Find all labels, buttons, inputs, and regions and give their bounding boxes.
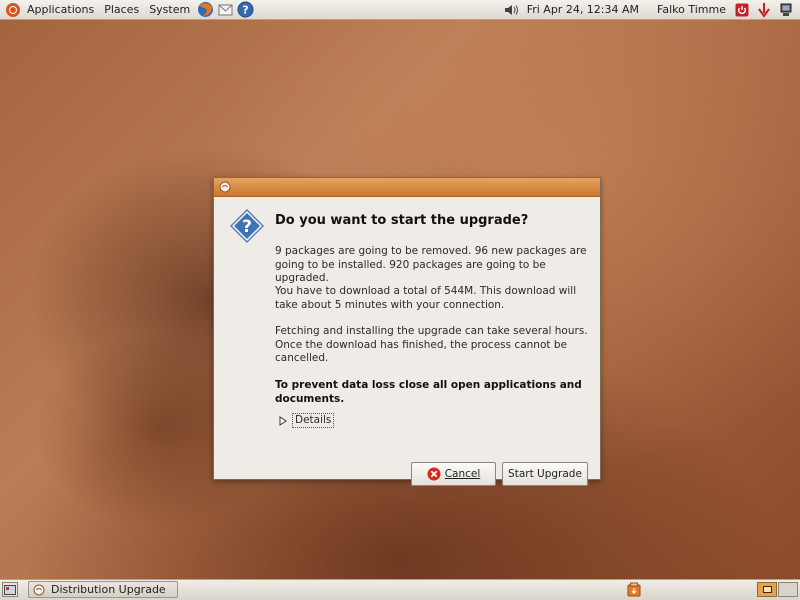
download-summary: You have to download a total of 544M. Th…	[275, 285, 577, 311]
menu-system[interactable]: System	[144, 0, 195, 19]
taskbar-item-distribution-upgrade[interactable]: Distribution Upgrade	[28, 581, 178, 598]
show-desktop-button[interactable]	[2, 582, 18, 597]
workspace-1[interactable]	[757, 582, 777, 597]
svg-text:?: ?	[242, 217, 252, 237]
cancel-icon	[427, 467, 441, 481]
menu-applications[interactable]: Applications	[22, 0, 99, 19]
details-label[interactable]: Details	[292, 413, 335, 428]
cancel-button[interactable]: Cancel	[411, 462, 496, 486]
upgrade-dialog: ? Do you want to start the upgrade? 9 pa…	[213, 177, 601, 486]
volume-icon[interactable]	[503, 2, 519, 18]
clock[interactable]: Fri Apr 24, 12:34 AM	[522, 0, 644, 19]
desktop-icon	[4, 584, 16, 595]
firefox-icon[interactable]	[196, 1, 214, 18]
bottom-panel: Distribution Upgrade	[0, 579, 800, 600]
app-icon	[33, 584, 45, 595]
details-expander[interactable]: Details	[278, 413, 335, 428]
question-icon: ?	[230, 209, 264, 243]
taskbar-item-label: Distribution Upgrade	[51, 583, 166, 596]
update-icon[interactable]	[627, 582, 641, 597]
cancel-button-label: Cancel	[444, 468, 481, 480]
network-icon[interactable]	[778, 2, 794, 18]
start-upgrade-label: Start Upgrade	[508, 468, 582, 480]
power-icon[interactable]	[734, 2, 750, 18]
ubuntu-logo-icon[interactable]	[6, 2, 20, 17]
dialog-heading: Do you want to start the upgrade?	[275, 213, 529, 228]
duration-warning: Fetching and installing the upgrade can …	[275, 325, 588, 364]
help-icon[interactable]: ?	[236, 1, 254, 18]
data-loss-warning: To prevent data loss close all open appl…	[275, 379, 582, 405]
menu-places[interactable]: Places	[99, 0, 144, 19]
packages-summary: 9 packages are going to be removed. 96 n…	[275, 245, 587, 284]
start-upgrade-button[interactable]: Start Upgrade	[502, 462, 588, 486]
window-menu-icon[interactable]	[219, 181, 231, 193]
workspace-2[interactable]	[778, 582, 798, 597]
top-panel: Applications Places System ? Fri Apr 24,…	[0, 0, 800, 20]
dialog-titlebar[interactable]	[214, 178, 600, 197]
notification-icon[interactable]	[756, 2, 772, 18]
mail-icon[interactable]	[216, 1, 234, 18]
svg-text:?: ?	[242, 4, 248, 17]
user-name[interactable]: Falko Timme	[652, 0, 731, 19]
expander-arrow-icon[interactable]	[278, 415, 288, 426]
